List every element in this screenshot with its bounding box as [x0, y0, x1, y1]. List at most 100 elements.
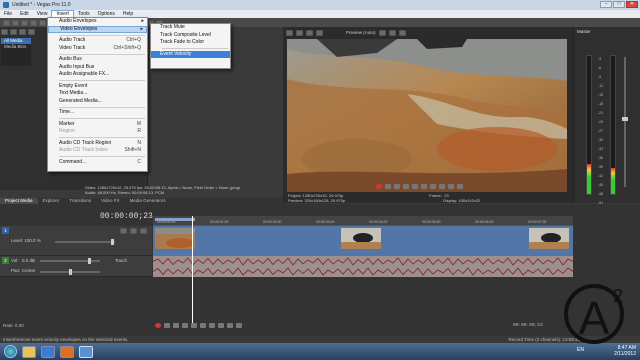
windows-start-icon[interactable] — [4, 345, 17, 358]
video-track-header[interactable]: 1 Level: 100.0 % — [0, 226, 152, 256]
menu-item-generated-media[interactable]: Generated Media... — [48, 98, 147, 106]
menu-item-text-media[interactable]: Text Media... — [48, 90, 147, 98]
open-icon[interactable] — [12, 19, 19, 26]
import-media-icon[interactable] — [1, 29, 8, 35]
menu-item-video-envelopes[interactable]: Video Envelopes ▸ — [48, 25, 147, 33]
ruler-tick-label: 00:00:06;00 — [475, 220, 494, 224]
audio-track-lane[interactable] — [153, 256, 573, 277]
mute-icon[interactable] — [120, 228, 127, 234]
menu-item-audio-bus[interactable]: Audio Bus — [48, 56, 147, 64]
video-preview-panel: Preview (Auto) — [283, 27, 573, 203]
minimize-button[interactable]: – — [600, 1, 612, 8]
preview-quality-select[interactable]: Preview (Auto) — [346, 30, 376, 35]
remove-media-icon[interactable] — [19, 29, 26, 35]
pause-icon[interactable] — [412, 184, 418, 189]
go-to-start-icon[interactable] — [209, 323, 215, 328]
clock-date[interactable]: 2/11/2012 — [614, 351, 636, 357]
menu-item-audio-cd-track-index[interactable]: Audio CD Track Index Shift+N — [48, 147, 147, 155]
stop-icon[interactable] — [200, 323, 206, 328]
close-button[interactable]: ✕ — [626, 1, 638, 8]
playhead-cursor[interactable] — [192, 216, 193, 324]
volume-slider[interactable] — [40, 258, 100, 264]
submenu-item-track-fade-to-color[interactable]: Track Fade to Color — [151, 39, 230, 47]
track-fx-icon[interactable] — [140, 228, 147, 234]
loop-playback-icon[interactable] — [385, 184, 391, 189]
automation-mode[interactable]: Touch — [115, 258, 127, 263]
loop-region-bar[interactable] — [155, 218, 195, 221]
master-fader[interactable] — [622, 117, 628, 121]
maximize-button[interactable]: □ — [613, 1, 625, 8]
menu-item-audio-envelopes[interactable]: Audio Envelopes ▸ — [48, 18, 147, 26]
preview-toolbar: Preview (Auto) — [286, 29, 566, 36]
menu-edit[interactable]: Edit — [16, 10, 33, 18]
meter-scale: -3 -6 -9 -12 -15 -18 -21 -24 -27 -30 -33 -36 -39 -42 -… — [598, 55, 603, 226]
menu-item-region[interactable]: Region R — [48, 128, 147, 136]
previous-frame-icon[interactable] — [227, 323, 233, 328]
next-frame-icon[interactable] — [236, 323, 242, 328]
taskbar-vegas-icon[interactable] — [79, 345, 93, 358]
menu-item-label: Time... — [59, 109, 75, 115]
loop-playback-icon[interactable] — [164, 323, 170, 328]
menu-item-marker[interactable]: Marker M — [48, 121, 147, 129]
go-to-start-icon[interactable] — [430, 184, 436, 189]
project-video-properties-icon[interactable] — [286, 29, 293, 36]
menu-item-video-track[interactable]: Video Track Ctrl+Shift+Q — [48, 45, 147, 53]
taskbar-explorer-icon[interactable] — [22, 345, 36, 358]
play-from-start-icon[interactable] — [394, 184, 400, 189]
capture-icon[interactable] — [10, 29, 17, 35]
menu-item-audio-cd-track-region[interactable]: Audio CD Track Region N — [48, 140, 147, 148]
submenu-arrow-icon: ▸ — [140, 25, 143, 32]
new-icon[interactable] — [3, 19, 10, 26]
taskbar-media-icon[interactable] — [60, 345, 74, 358]
views-icon[interactable] — [28, 29, 35, 35]
save-icon[interactable] — [21, 19, 28, 26]
time-ruler[interactable]: 00:00:00;00 00:00:01;00 00:00:02;00 00:00:0… — [153, 216, 573, 226]
go-to-end-icon[interactable] — [218, 323, 224, 328]
pan-slider[interactable] — [40, 269, 100, 275]
video-fx-icon[interactable] — [306, 29, 313, 36]
go-to-end-icon[interactable] — [439, 184, 445, 189]
record-icon[interactable] — [155, 323, 161, 328]
submenu-item-event-velocity[interactable]: Event Velocity — [151, 50, 230, 58]
audio-track-header[interactable]: 2 Vol: 0.0 dB Pan: Center Touch — [0, 256, 152, 277]
previous-frame-icon[interactable] — [448, 184, 454, 189]
playback-rate[interactable]: Rate: 0.00 — [3, 323, 24, 328]
taskbar-browser-icon[interactable] — [41, 345, 55, 358]
menu-file[interactable]: File — [0, 10, 16, 18]
master-fader-track[interactable] — [624, 57, 626, 187]
watermark-letter: A — [579, 292, 610, 344]
menu-item-shortcut: R — [137, 128, 141, 134]
video-track-lane[interactable] — [153, 226, 573, 256]
menu-item-label: Audio Bus — [59, 56, 82, 62]
menu-item-label: Audio Track — [59, 37, 86, 43]
solo-icon[interactable] — [130, 228, 137, 234]
render-icon[interactable] — [39, 19, 46, 26]
menu-item-command[interactable]: Command... C — [48, 159, 147, 167]
split-screen-icon[interactable] — [316, 29, 323, 36]
next-frame-icon[interactable] — [457, 184, 463, 189]
menu-item-audio-track[interactable]: Audio Track Ctrl+Q — [48, 37, 147, 45]
level-slider[interactable] — [55, 239, 115, 245]
stop-icon[interactable] — [421, 184, 427, 189]
overlays-icon[interactable] — [378, 29, 386, 36]
save-snapshot-icon[interactable] — [398, 29, 406, 36]
input-language[interactable]: EN — [577, 347, 584, 353]
record-icon[interactable] — [376, 184, 382, 189]
submenu-item-track-composite-level[interactable]: Track Composite Level — [151, 32, 230, 40]
properties-icon[interactable] — [30, 19, 37, 26]
external-monitor-icon[interactable] — [296, 29, 303, 36]
pause-icon[interactable] — [191, 323, 197, 328]
menu-item-audio-assignable-fx[interactable]: Audio Assignable FX... — [48, 71, 147, 79]
copy-snapshot-icon[interactable] — [388, 29, 396, 36]
tree-item-media-bins[interactable]: Media Bins — [1, 44, 31, 50]
menu-item-audio-input-bus[interactable]: Audio Input Bus — [48, 64, 147, 72]
menu-item-time[interactable]: Time... — [48, 109, 147, 117]
play-icon[interactable] — [403, 184, 409, 189]
play-icon[interactable] — [182, 323, 188, 328]
menu-item-empty-event[interactable]: Empty Event — [48, 83, 147, 91]
play-from-start-icon[interactable] — [173, 323, 179, 328]
master-title: Master — [577, 29, 591, 34]
media-bin-tree: All Media Media Bins — [1, 38, 31, 66]
submenu-item-track-mute[interactable]: Track Mute — [151, 24, 230, 32]
meter-scale-label: -15 — [598, 93, 604, 97]
